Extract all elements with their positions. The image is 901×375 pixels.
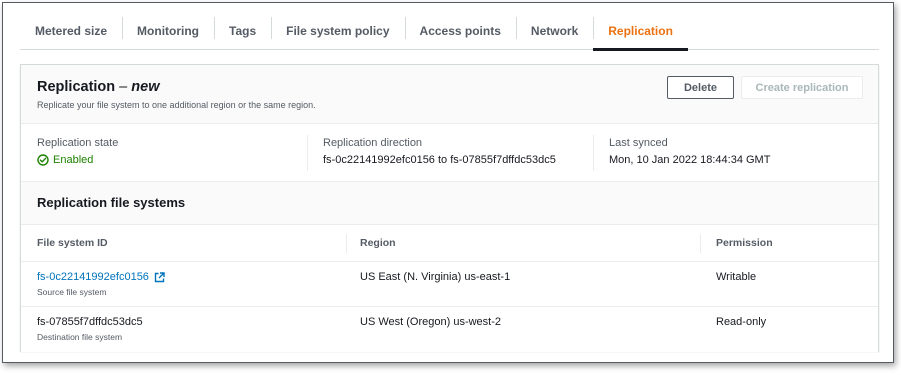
region-cell: US West (Oregon) us-west-2: [360, 316, 502, 328]
file-system-id-link[interactable]: fs-0c22141992efc0156: [37, 271, 165, 283]
external-link-icon[interactable]: [154, 271, 165, 283]
permission-cell: Writable: [716, 271, 757, 283]
column-header-file-system-id[interactable]: File system ID: [37, 237, 108, 249]
permission-cell: Read-only: [716, 316, 767, 328]
column-divider: [307, 135, 308, 171]
title-dash: –: [115, 79, 132, 95]
table-row: fs-07855f7dffdc53dc5 Destination file sy…: [21, 307, 878, 352]
column-header-region[interactable]: Region: [360, 237, 396, 249]
replication-panel: Replication – new Replicate your file sy…: [20, 64, 879, 352]
file-systems-title: Replication file systems: [37, 195, 186, 210]
file-system-role: Source file system: [37, 287, 107, 297]
file-system-id-text[interactable]: fs-0c22141992efc0156: [37, 271, 149, 283]
page-title: Replication – new: [37, 79, 159, 95]
check-circle-icon: [37, 154, 49, 166]
replication-direction-value: fs-0c22141992efc0156 to fs-07855f7dffdc5…: [323, 154, 556, 166]
tab-bar: Metered size Monitoring Tags File system…: [20, 13, 879, 51]
screenshot-frame: Metered size Monitoring Tags File system…: [2, 2, 894, 363]
file-systems-header: Replication file systems: [21, 182, 878, 225]
replication-state: Replication state Enabled: [37, 137, 118, 166]
tab-replication[interactable]: Replication: [593, 13, 688, 51]
table-row: fs-0c22141992efc0156 Source file system …: [21, 262, 878, 307]
last-synced: Last synced Mon, 10 Jan 2022 18:44:34 GM…: [609, 137, 770, 166]
column-divider: [346, 234, 347, 253]
replication-summary: Replication state Enabled Replication di…: [21, 125, 878, 182]
replication-direction: Replication direction fs-0c22141992efc01…: [323, 137, 556, 166]
replication-state-label: Replication state: [37, 137, 119, 149]
last-synced-label: Last synced: [609, 137, 668, 149]
create-replication-button[interactable]: Create replication: [741, 76, 863, 99]
state-text: Enabled: [53, 154, 94, 166]
table-header: File system ID Region Permission: [21, 225, 878, 262]
region-cell: US East (N. Virginia) us-east-1: [360, 271, 511, 283]
replication-state-value: Enabled: [37, 154, 118, 166]
last-synced-value: Mon, 10 Jan 2022 18:44:34 GMT: [609, 154, 771, 166]
replication-panel-header: Replication – new Replicate your file sy…: [21, 65, 878, 124]
replication-direction-label: Replication direction: [323, 137, 423, 149]
tab-monitoring[interactable]: Monitoring: [122, 13, 214, 49]
page-description: Replicate your file system to one additi…: [37, 100, 316, 110]
new-tag: new: [131, 79, 160, 95]
file-system-role: Destination file system: [37, 332, 123, 342]
file-system-id-text: fs-07855f7dffdc53dc5: [37, 316, 143, 328]
delete-button[interactable]: Delete: [667, 76, 734, 99]
column-divider: [593, 135, 594, 171]
title-text: Replication: [37, 79, 116, 95]
column-header-permission[interactable]: Permission: [716, 237, 773, 249]
tab-tags[interactable]: Tags: [214, 13, 271, 49]
tab-metered-size[interactable]: Metered size: [20, 13, 122, 49]
tab-network[interactable]: Network: [515, 13, 593, 49]
column-divider: [700, 234, 701, 253]
tab-file-system-policy[interactable]: File system policy: [271, 13, 404, 49]
tab-access-points[interactable]: Access points: [404, 13, 516, 49]
